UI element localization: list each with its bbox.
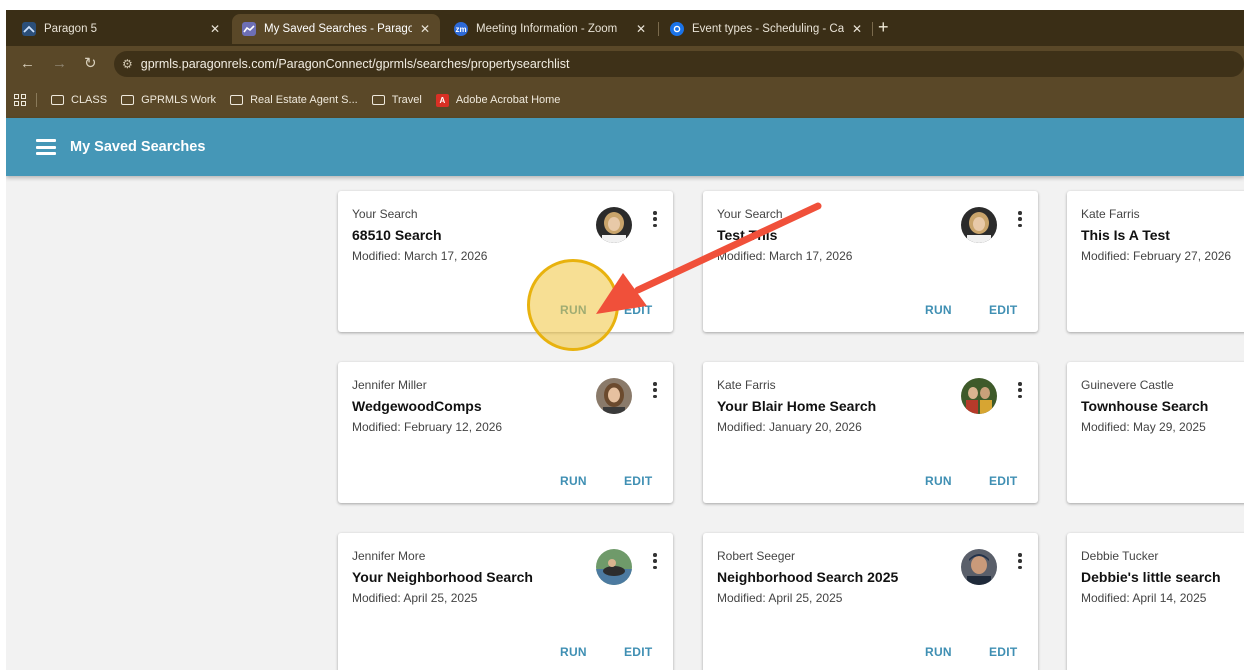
pointer-arrow-icon xyxy=(596,202,822,314)
browser-window: Paragon 5 ✕ My Saved Searches - Paragon … xyxy=(6,10,1244,670)
